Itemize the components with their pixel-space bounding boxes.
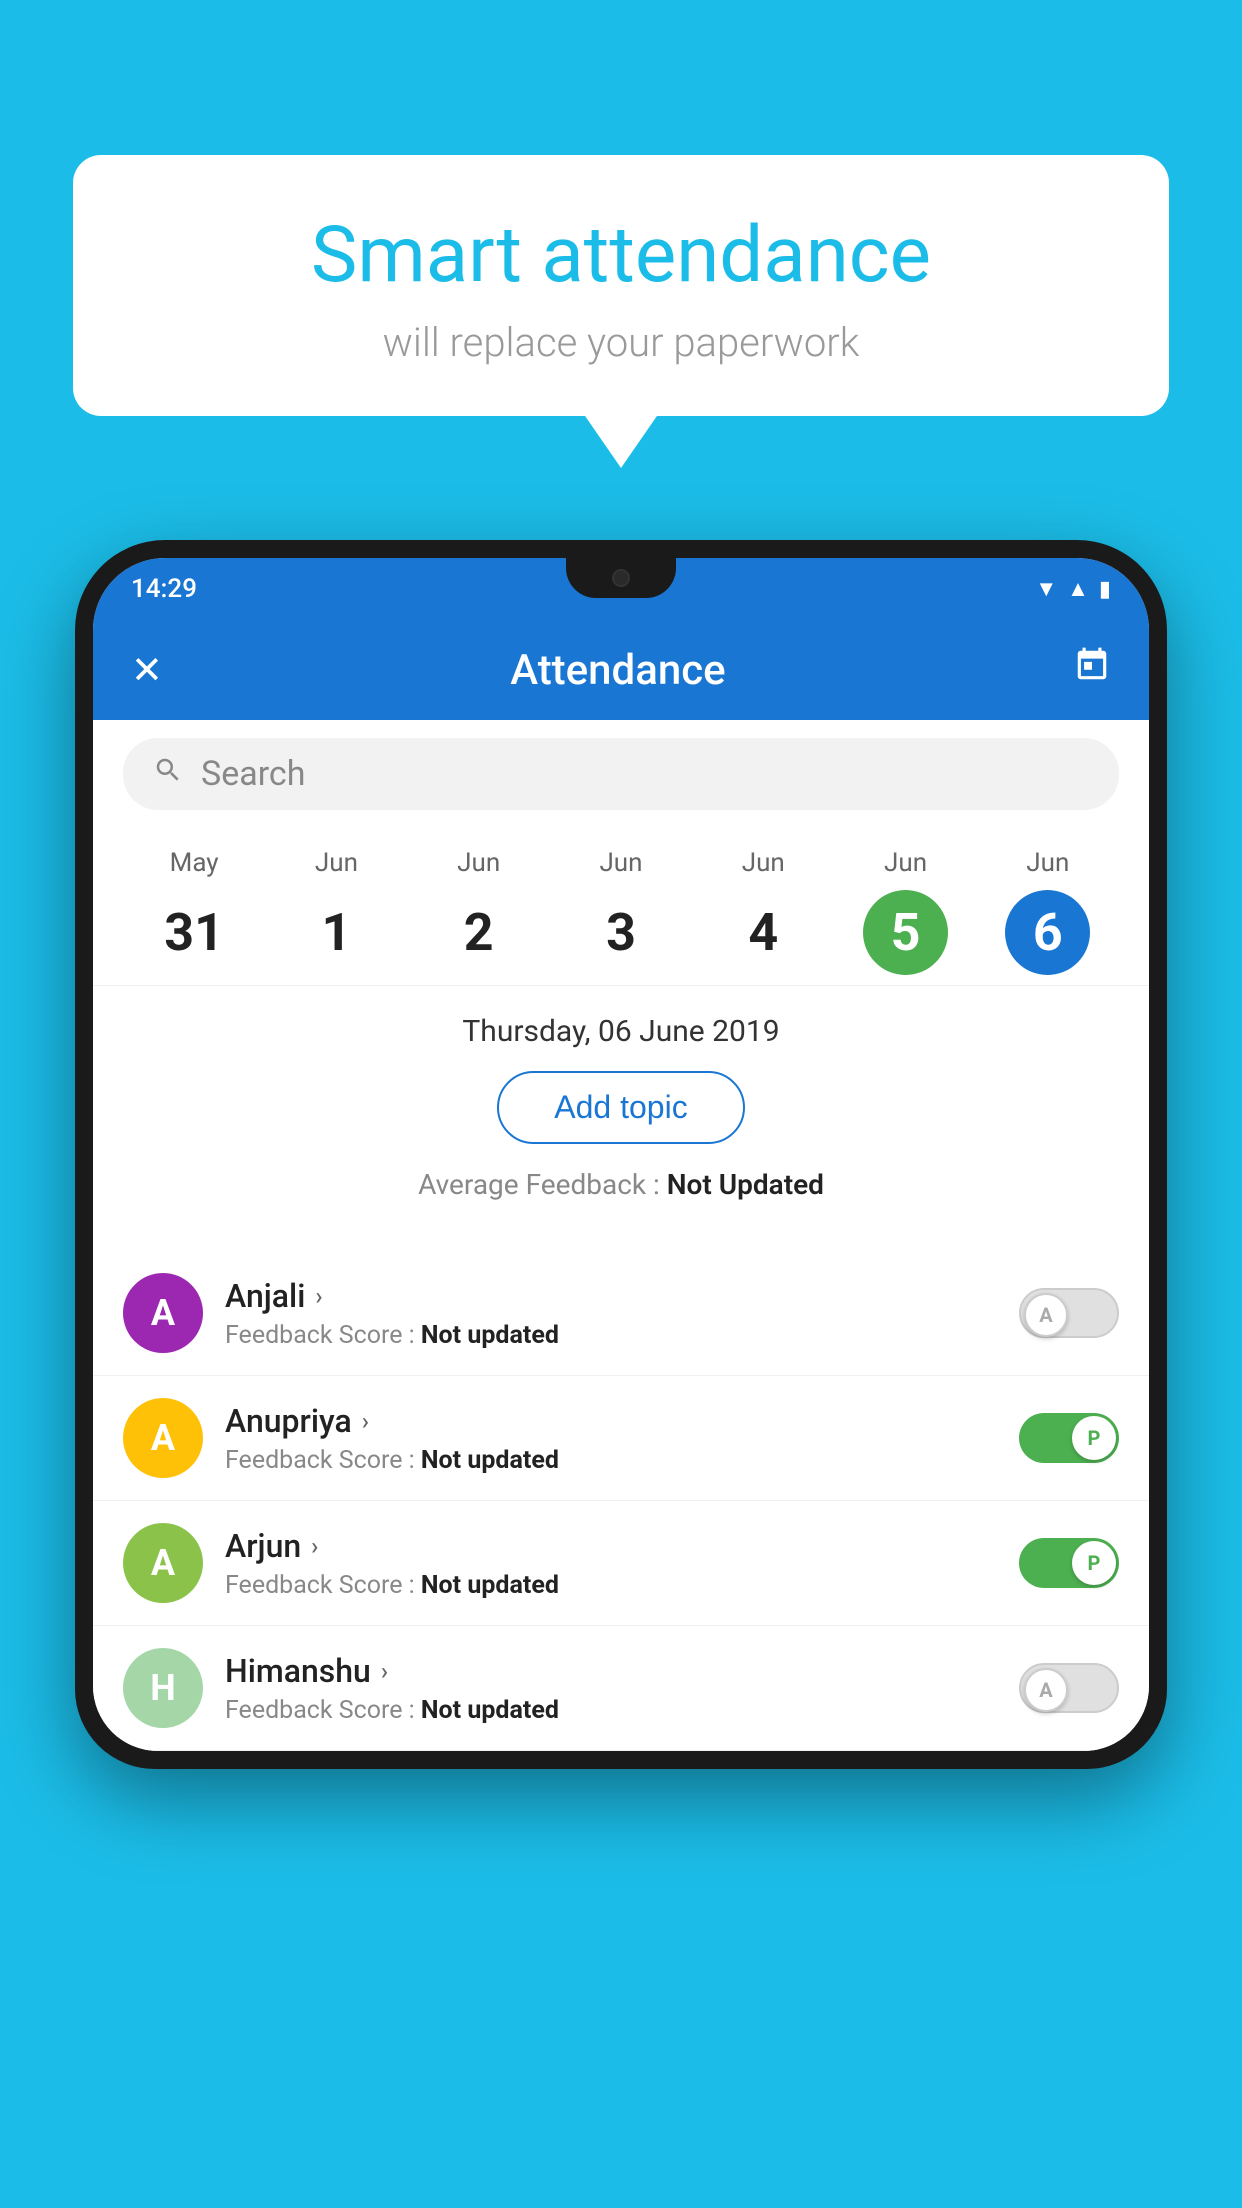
cal-date: 2 bbox=[436, 890, 521, 975]
avg-feedback-value: Not Updated bbox=[667, 1168, 824, 1201]
phone-outer: 14:29 ▼ ▲ ▮ ✕ Attendance bbox=[75, 540, 1167, 1769]
student-avatar: A bbox=[123, 1273, 203, 1353]
search-placeholder: Search bbox=[201, 754, 305, 794]
student-info: Anupriya › Feedback Score : Not updated bbox=[225, 1402, 997, 1475]
phone-frame: 14:29 ▼ ▲ ▮ ✕ Attendance bbox=[75, 540, 1167, 2208]
cal-month: Jun bbox=[742, 848, 785, 878]
calendar-day[interactable]: May 31 bbox=[152, 848, 237, 975]
student-feedback: Feedback Score : Not updated bbox=[225, 1321, 997, 1350]
cal-date: 1 bbox=[294, 890, 379, 975]
cal-date: 5 bbox=[863, 890, 948, 975]
calendar-day[interactable]: Jun 2 bbox=[436, 848, 521, 975]
search-icon bbox=[153, 755, 183, 793]
chevron-right-icon: › bbox=[362, 1407, 369, 1435]
cal-month: Jun bbox=[1026, 848, 1069, 878]
student-item[interactable]: A Anjali › Feedback Score : Not updated A bbox=[93, 1251, 1149, 1376]
cal-date: 4 bbox=[721, 890, 806, 975]
cal-month: Jun bbox=[599, 848, 642, 878]
student-name: Arjun › bbox=[225, 1527, 997, 1565]
battery-icon: ▮ bbox=[1099, 577, 1111, 602]
chevron-right-icon: › bbox=[311, 1532, 318, 1560]
calendar-day[interactable]: Jun 1 bbox=[294, 848, 379, 975]
speech-bubble-title: Smart attendance bbox=[133, 210, 1109, 301]
student-info: Arjun › Feedback Score : Not updated bbox=[225, 1527, 997, 1600]
student-feedback: Feedback Score : Not updated bbox=[225, 1696, 997, 1725]
cal-month: Jun bbox=[457, 848, 500, 878]
student-name: Anjali › bbox=[225, 1277, 997, 1315]
toggle-knob: P bbox=[1072, 1416, 1116, 1460]
speech-bubble-container: Smart attendance will replace your paper… bbox=[73, 155, 1169, 416]
toggle-knob: A bbox=[1024, 1293, 1068, 1337]
student-avatar: A bbox=[123, 1523, 203, 1603]
speech-bubble-subtitle: will replace your paperwork bbox=[133, 319, 1109, 366]
cal-date: 6 bbox=[1005, 890, 1090, 975]
cal-month: Jun bbox=[884, 848, 927, 878]
close-icon[interactable]: ✕ bbox=[131, 648, 163, 693]
student-avatar: H bbox=[123, 1648, 203, 1728]
app-bar-title: Attendance bbox=[510, 646, 725, 695]
calendar-icon[interactable] bbox=[1073, 646, 1111, 694]
toggle-wrapper[interactable]: P bbox=[1019, 1413, 1119, 1463]
notch bbox=[566, 558, 676, 598]
add-topic-button[interactable]: Add topic bbox=[497, 1071, 744, 1144]
toggle-knob: A bbox=[1024, 1668, 1068, 1712]
status-time: 14:29 bbox=[131, 574, 197, 604]
phone-inner: 14:29 ▼ ▲ ▮ ✕ Attendance bbox=[93, 558, 1149, 1751]
search-bar[interactable]: Search bbox=[123, 738, 1119, 810]
attendance-toggle[interactable]: A bbox=[1019, 1288, 1119, 1338]
avg-feedback: Average Feedback : Not Updated bbox=[123, 1168, 1119, 1201]
student-list: AAnjali ›Feedback Score : Not updatedAAA… bbox=[93, 1251, 1149, 1751]
cal-month: May bbox=[170, 848, 219, 878]
calendar-day[interactable]: Jun 3 bbox=[578, 848, 663, 975]
student-avatar: A bbox=[123, 1398, 203, 1478]
toggle-knob: P bbox=[1072, 1541, 1116, 1585]
calendar-strip: May 31 Jun 1 Jun 2 Jun 3 Jun 4 Jun 5 Jun 6 bbox=[93, 828, 1149, 986]
feedback-value: Not updated bbox=[421, 1446, 559, 1475]
calendar-day[interactable]: Jun 4 bbox=[721, 848, 806, 975]
selected-date: Thursday, 06 June 2019 bbox=[123, 1014, 1119, 1049]
attendance-toggle[interactable]: A bbox=[1019, 1663, 1119, 1713]
calendar-day[interactable]: Jun 6 bbox=[1005, 848, 1090, 975]
search-bar-container: Search bbox=[93, 720, 1149, 828]
toggle-wrapper[interactable]: P bbox=[1019, 1538, 1119, 1588]
student-feedback: Feedback Score : Not updated bbox=[225, 1571, 997, 1600]
feedback-value: Not updated bbox=[421, 1571, 559, 1600]
attendance-toggle[interactable]: P bbox=[1019, 1538, 1119, 1588]
wifi-icon: ▼ bbox=[1035, 576, 1057, 602]
content-area: Thursday, 06 June 2019 Add topic Average… bbox=[93, 986, 1149, 1251]
speech-bubble: Smart attendance will replace your paper… bbox=[73, 155, 1169, 416]
cal-date: 31 bbox=[152, 890, 237, 975]
camera bbox=[612, 569, 630, 587]
app-bar: ✕ Attendance bbox=[93, 620, 1149, 720]
chevron-right-icon: › bbox=[381, 1657, 388, 1685]
cal-month: Jun bbox=[315, 848, 358, 878]
feedback-value: Not updated bbox=[421, 1321, 559, 1350]
feedback-value: Not updated bbox=[421, 1696, 559, 1725]
student-name: Himanshu › bbox=[225, 1652, 997, 1690]
student-feedback: Feedback Score : Not updated bbox=[225, 1446, 997, 1475]
student-info: Himanshu › Feedback Score : Not updated bbox=[225, 1652, 997, 1725]
toggle-wrapper[interactable]: A bbox=[1019, 1288, 1119, 1338]
calendar-day[interactable]: Jun 5 bbox=[863, 848, 948, 975]
status-icons: ▼ ▲ ▮ bbox=[1035, 576, 1111, 602]
signal-icon: ▲ bbox=[1067, 576, 1089, 602]
student-item[interactable]: H Himanshu › Feedback Score : Not updated A bbox=[93, 1626, 1149, 1751]
student-item[interactable]: A Arjun › Feedback Score : Not updated P bbox=[93, 1501, 1149, 1626]
attendance-toggle[interactable]: P bbox=[1019, 1413, 1119, 1463]
student-name: Anupriya › bbox=[225, 1402, 997, 1440]
toggle-wrapper[interactable]: A bbox=[1019, 1663, 1119, 1713]
student-info: Anjali › Feedback Score : Not updated bbox=[225, 1277, 997, 1350]
chevron-right-icon: › bbox=[315, 1282, 322, 1310]
student-item[interactable]: A Anupriya › Feedback Score : Not updated P bbox=[93, 1376, 1149, 1501]
cal-date: 3 bbox=[578, 890, 663, 975]
